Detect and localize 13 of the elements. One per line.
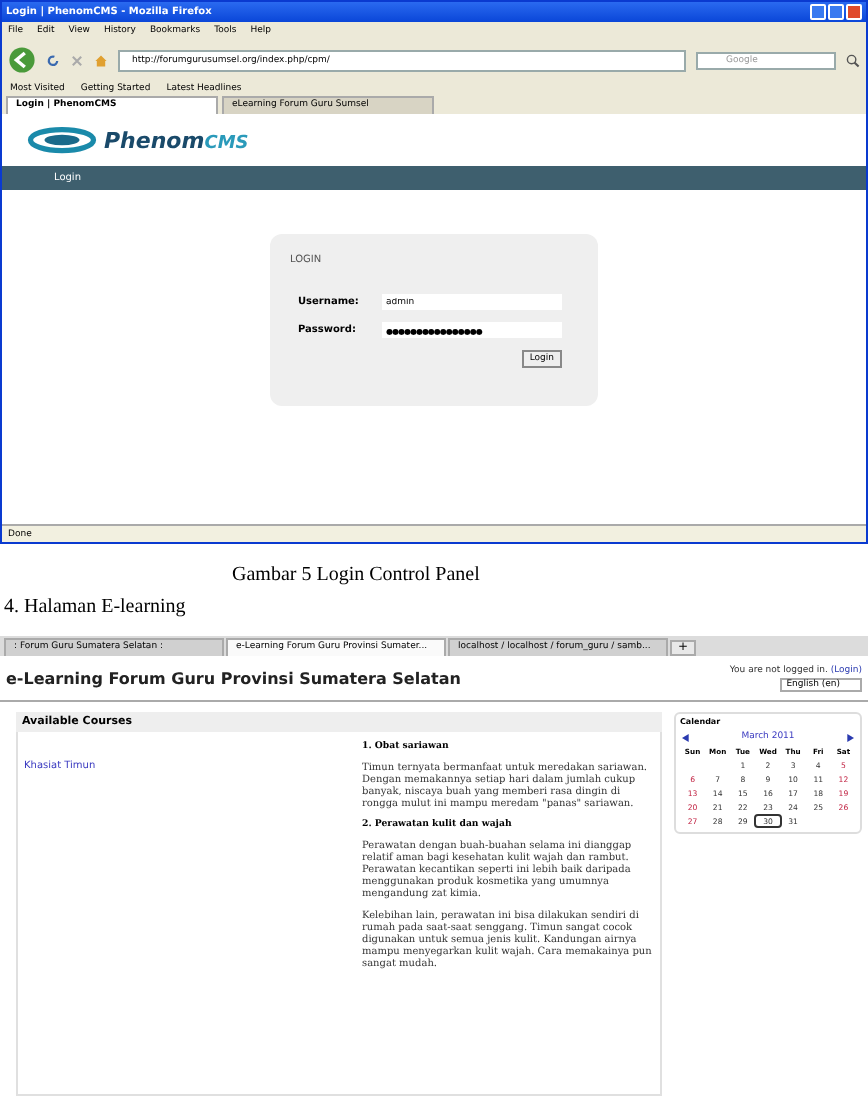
logo-text: PhenomCMS — [104, 127, 249, 153]
minimize-button[interactable] — [810, 4, 826, 20]
section-heading: 4. Halaman E-learning — [2, 594, 188, 622]
back-icon[interactable] — [8, 46, 36, 74]
site-title: e-Learning Forum Guru Provinsi Sumatera Selatan — [6, 669, 461, 687]
search-icon[interactable] — [846, 53, 860, 67]
previous-month-icon[interactable] — [682, 733, 690, 741]
close-button[interactable] — [846, 4, 862, 20]
next-month-icon[interactable] — [845, 733, 854, 741]
reload-icon[interactable] — [46, 53, 60, 67]
maximize-button[interactable] — [828, 4, 844, 20]
figure-caption: Gambar 5 Login Control Panel — [230, 562, 482, 590]
logo-icon — [26, 126, 98, 154]
